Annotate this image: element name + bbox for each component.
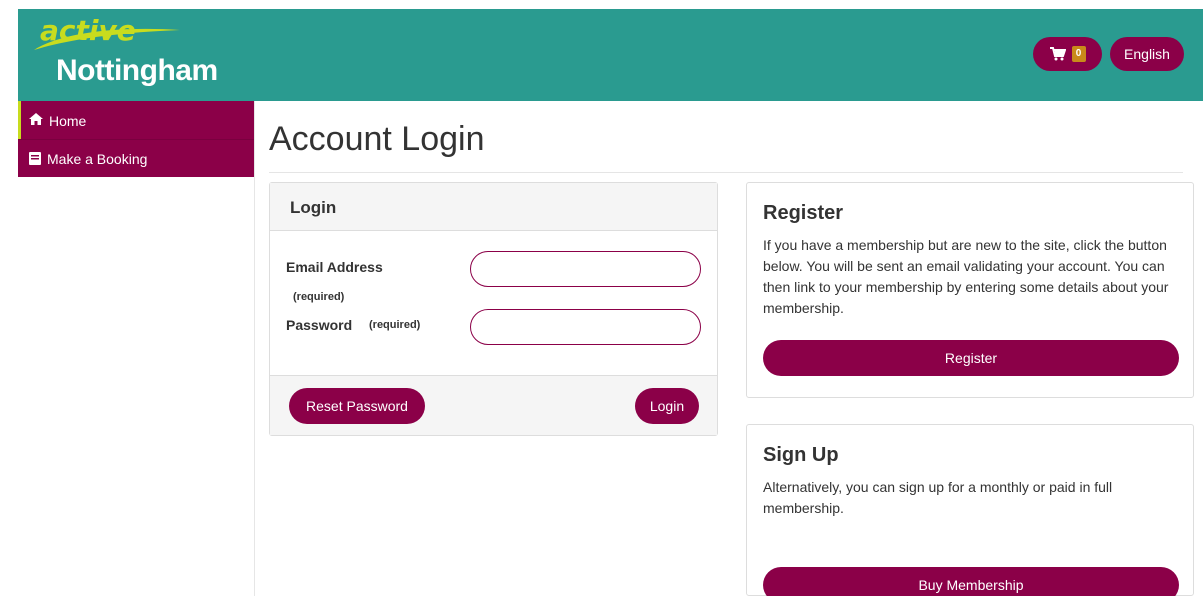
sidebar-item-label: Make a Booking — [47, 150, 148, 167]
signup-card: Sign Up Alternatively, you can sign up f… — [746, 424, 1194, 596]
signup-title: Sign Up — [763, 444, 839, 466]
email-required-label: (required) — [293, 291, 345, 303]
sidebar-item-home[interactable]: Home — [18, 101, 254, 139]
buy-membership-button[interactable]: Buy Membership — [763, 567, 1179, 596]
site-header: active Nottingham 0 English — [0, 0, 1203, 101]
sidebar-item-label: Home — [49, 113, 87, 129]
signup-description: Alternatively, you can sign up for a mon… — [763, 479, 1113, 516]
home-icon — [29, 113, 43, 125]
register-card: Register If you have a membership but ar… — [746, 182, 1194, 398]
email-label: Email Address — [286, 259, 383, 275]
site-logo[interactable]: active Nottingham — [32, 14, 252, 94]
reset-password-button[interactable]: Reset Password — [289, 388, 425, 424]
login-panel-title: Login — [290, 198, 337, 217]
email-field[interactable] — [470, 251, 701, 287]
logo-active-text: active — [40, 14, 136, 47]
book-icon — [29, 152, 41, 165]
register-button[interactable]: Register — [763, 340, 1179, 376]
sidebar-item-make-a-booking[interactable]: Make a Booking — [18, 139, 254, 177]
title-divider — [269, 172, 1183, 173]
login-button[interactable]: Login — [635, 388, 699, 424]
password-required-label: (required) — [369, 319, 421, 331]
sidebar-nav: Home Make a Booking — [18, 101, 254, 177]
cart-button[interactable]: 0 — [1033, 37, 1102, 71]
shopping-cart-icon — [1049, 47, 1066, 61]
register-title: Register — [763, 202, 844, 224]
login-panel-footer: Reset Password Login — [270, 375, 717, 435]
password-field[interactable] — [470, 309, 701, 345]
page-title: Account Login — [269, 120, 485, 158]
cart-count-badge: 0 — [1071, 46, 1086, 62]
password-label: Password — [286, 317, 353, 333]
login-panel-header: Login — [270, 183, 717, 231]
logo-nottingham-text: Nottingham — [56, 54, 218, 87]
sidebar-divider — [254, 101, 255, 596]
register-description: If you have a membership but are new to … — [763, 237, 1169, 316]
language-button[interactable]: English — [1110, 37, 1184, 71]
login-panel: Login Email Address (required) Password … — [269, 182, 718, 436]
